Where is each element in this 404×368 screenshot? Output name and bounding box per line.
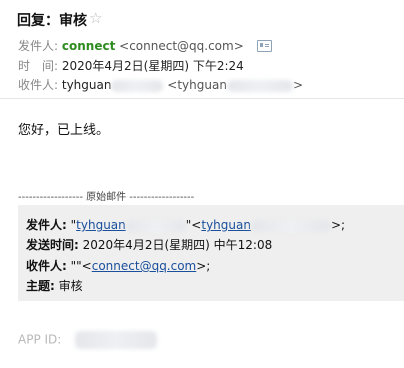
redacted-name bbox=[111, 79, 164, 92]
from-row: 发件人: connect <connect@qq.com> bbox=[18, 37, 272, 54]
redacted-quote-name bbox=[125, 219, 186, 232]
to-label: 收件人: bbox=[18, 78, 59, 92]
quote-from-name-link[interactable]: tyhguan bbox=[76, 218, 126, 232]
sender-name[interactable]: connect bbox=[62, 39, 115, 53]
quote-time-row: 发送时间: 2020年4月2日(星期四) 中午12:08 bbox=[26, 236, 272, 253]
quote-to-row: 收件人: ""<connect@qq.com>; bbox=[26, 257, 210, 274]
from-label: 发件人: bbox=[18, 39, 59, 53]
quote-to-label: 收件人: bbox=[26, 259, 67, 273]
original-mail-separator: ------------------ 原始邮件 ----------------… bbox=[18, 192, 195, 203]
sender-email[interactable]: <connect@qq.com> bbox=[119, 39, 244, 53]
app-id-label: APP ID: bbox=[18, 332, 62, 347]
quote-subject-label: 主题: bbox=[26, 279, 55, 293]
mail-header: 回复：审核 ☆ 发件人: connect <connect@qq.com> 时 … bbox=[0, 0, 404, 98]
quote-time-value: 2020年4月2日(星期四) 中午12:08 bbox=[82, 238, 273, 252]
redacted-app-id bbox=[75, 331, 158, 349]
contact-card-icon[interactable] bbox=[256, 39, 272, 52]
quote-time-label: 发送时间: bbox=[26, 238, 79, 252]
time-value: 2020年4月2日(星期四) 下午2:24 bbox=[61, 59, 244, 73]
recipient-email-suffix: > bbox=[292, 78, 304, 92]
original-mail-quote: 发件人: "tyhguan "<tyhguan >; 发送时间: 2020年4月2日… bbox=[18, 205, 404, 301]
recipient-name[interactable]: tyhguan bbox=[62, 78, 112, 92]
quote-email-open: < bbox=[191, 218, 202, 232]
quote-subject-row: 主题: 审核 bbox=[26, 277, 83, 294]
time-row: 时 间: 2020年4月2日(星期四) 下午2:24 bbox=[18, 57, 244, 74]
quote-from-email-link[interactable]: tyhguan bbox=[201, 218, 251, 232]
quote-email-close: >; bbox=[330, 218, 346, 232]
quote-to-email-link[interactable]: connect@qq.com bbox=[92, 259, 197, 273]
redacted-email bbox=[226, 79, 293, 92]
redacted-quote-email bbox=[250, 219, 331, 232]
time-label: 时 间: bbox=[18, 59, 59, 73]
header-divider bbox=[0, 98, 404, 99]
quote-from-row: 发件人: "tyhguan "<tyhguan >; bbox=[26, 216, 345, 233]
star-icon[interactable]: ☆ bbox=[89, 9, 102, 27]
quote-to-suffix: >; bbox=[196, 259, 211, 273]
to-row: 收件人: tyhguan <tyhguan > bbox=[18, 76, 303, 93]
recipient-email-prefix[interactable]: <tyhguan bbox=[167, 78, 227, 92]
mail-body-text: 您好，已上线。 bbox=[18, 123, 110, 138]
mail-subject: 回复：审核 bbox=[17, 13, 87, 29]
app-id: APP ID: bbox=[18, 331, 158, 349]
quote-from-label: 发件人: bbox=[26, 218, 67, 232]
quote-subject-value: 审核 bbox=[58, 279, 83, 293]
quote-to-prefix: ""< bbox=[70, 259, 92, 273]
